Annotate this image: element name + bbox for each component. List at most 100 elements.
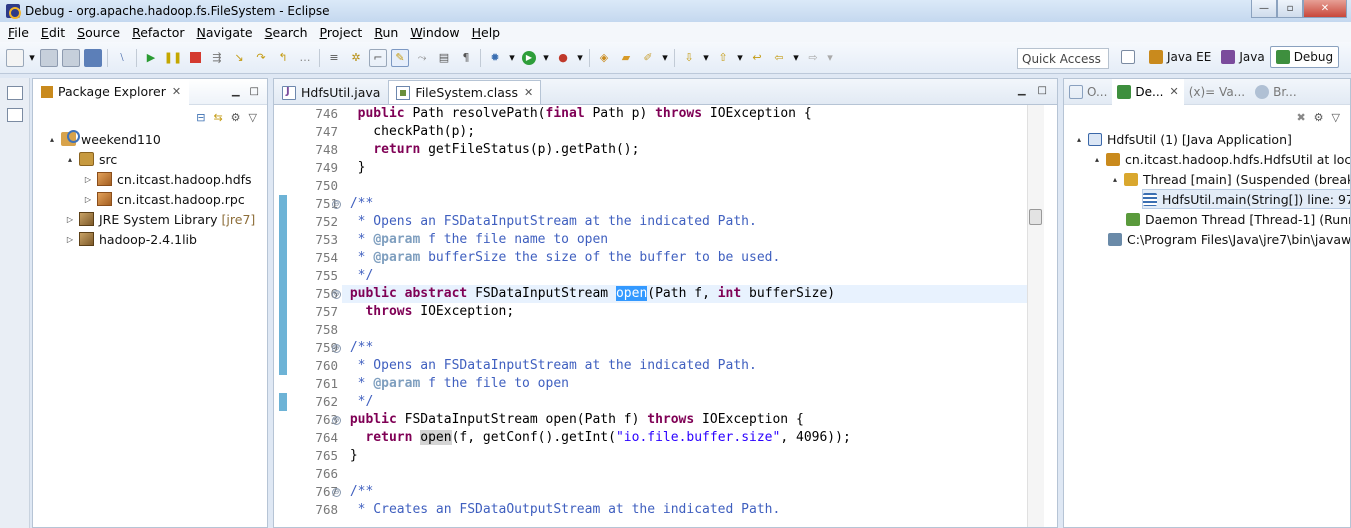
tree-item-package-hdfs[interactable]: ▷ cn.itcast.hadoop.hdfs	[83, 169, 252, 189]
expand-icon[interactable]: ▴	[65, 155, 75, 164]
step-return-icon[interactable]: ↰	[274, 49, 292, 67]
dropdown-arrow-icon[interactable]: ▾	[792, 49, 800, 67]
dropdown-arrow-icon[interactable]: ▾	[661, 49, 669, 67]
dropdown-arrow-icon[interactable]: ▾	[542, 49, 550, 67]
external-tools-icon[interactable]: ●	[554, 49, 572, 67]
close-button[interactable]: ✕	[1303, 0, 1347, 18]
step-into-icon[interactable]: ↘	[230, 49, 248, 67]
tab-breakpoints[interactable]: Br...	[1250, 79, 1302, 105]
dropdown-arrow-icon[interactable]: ▾	[28, 49, 36, 67]
tree-item-jre-library[interactable]: ▷ JRE System Library [jre7]	[65, 209, 255, 229]
tree-item-hadoop-lib[interactable]: ▷ hadoop-2.4.1lib	[65, 229, 197, 249]
tree-item-src[interactable]: ▴ src	[65, 149, 117, 169]
terminate-icon[interactable]	[186, 49, 204, 67]
disconnect-icon[interactable]: ⇶	[208, 49, 226, 67]
fold-collapse-icon[interactable]: ⊖	[332, 290, 341, 299]
view-menu-icon[interactable]: ⚙	[1314, 111, 1324, 124]
expand-icon[interactable]: ▷	[83, 195, 93, 204]
debug-config-icon[interactable]: ✲	[347, 49, 365, 67]
previous-annotation-icon[interactable]: ⇧	[714, 49, 732, 67]
menu-source[interactable]: Source	[71, 25, 126, 40]
expand-icon[interactable]: ▴	[1110, 175, 1120, 184]
scrollbar-thumb[interactable]	[1029, 209, 1042, 225]
debug-item-target[interactable]: ▴ cn.itcast.hadoop.hdfs.HdfsUtil at loca…	[1092, 149, 1350, 169]
outline-view-icon[interactable]	[7, 108, 23, 122]
debug-item-process[interactable]: C:\Program Files\Java\jre7\bin\javaw.exe	[1108, 229, 1350, 249]
tree-item-package-rpc[interactable]: ▷ cn.itcast.hadoop.rpc	[83, 189, 245, 209]
last-edit-location-icon[interactable]: ↩	[748, 49, 766, 67]
minimize-view-icon[interactable]: ▁	[232, 86, 240, 97]
chevron-down-icon[interactable]: ▽	[1332, 111, 1340, 124]
perspective-java-ee[interactable]: Java EE	[1144, 46, 1216, 68]
debug-item-daemon-thread[interactable]: Daemon Thread [Thread-1] (Running)	[1126, 209, 1350, 229]
perspective-debug[interactable]: Debug	[1269, 46, 1340, 68]
step-over-icon[interactable]: ↷	[252, 49, 270, 67]
tab-outline[interactable]: O...	[1064, 79, 1112, 105]
close-icon[interactable]: ✕	[1169, 85, 1178, 98]
fold-collapse-icon[interactable]: ⊖	[332, 344, 341, 353]
menu-search[interactable]: Search	[259, 25, 314, 40]
maximize-view-icon[interactable]: □	[1038, 85, 1047, 96]
back-icon[interactable]: ⇦	[770, 49, 788, 67]
fold-collapse-icon[interactable]: ⊖	[332, 200, 341, 209]
collapse-all-icon[interactable]: ⊟	[196, 111, 205, 124]
open-type-icon[interactable]: ▰	[617, 49, 635, 67]
link-with-editor-icon[interactable]: ⇆	[213, 111, 222, 124]
minimize-button[interactable]: —	[1251, 0, 1277, 18]
menu-refactor[interactable]: Refactor	[126, 25, 190, 40]
use-step-filters-icon[interactable]: ≡	[325, 49, 343, 67]
dropdown-arrow-icon[interactable]: ▾	[702, 49, 710, 67]
debug-item-thread-main[interactable]: ▴ Thread [main] (Suspended (breakpoint a…	[1110, 169, 1350, 189]
close-icon[interactable]: ✕	[172, 85, 181, 98]
chevron-down-icon[interactable]: ▽	[249, 111, 257, 124]
save-icon[interactable]	[40, 48, 58, 67]
resume-icon[interactable]: ▶	[142, 49, 160, 67]
suspend-icon[interactable]: ❚❚	[164, 49, 182, 67]
tab-variables[interactable]: (x)= Va...	[1184, 79, 1250, 105]
overview-ruler[interactable]	[1045, 105, 1057, 527]
expand-icon[interactable]: ▴	[1092, 155, 1102, 164]
debug-item-stack-frame[interactable]: HdfsUtil.main(String[]) line: 97	[1142, 189, 1350, 209]
print-icon[interactable]	[84, 48, 102, 67]
run-icon[interactable]: ▶	[520, 49, 538, 67]
next-annotation-icon[interactable]: ⇩	[680, 49, 698, 67]
perspective-java[interactable]: Java	[1216, 46, 1269, 68]
menu-run[interactable]: Run	[368, 25, 404, 40]
expand-icon[interactable]: ▷	[65, 235, 75, 244]
menu-edit[interactable]: Edit	[35, 25, 71, 40]
minimize-view-icon[interactable]: ▁	[1018, 85, 1026, 96]
remove-terminated-icon[interactable]: ✖	[1296, 111, 1305, 124]
tab-debug[interactable]: De... ✕	[1112, 79, 1184, 105]
save-all-icon[interactable]	[62, 48, 80, 67]
close-icon[interactable]: ✕	[524, 86, 533, 99]
maximize-view-icon[interactable]: □	[250, 86, 259, 97]
dropdown-arrow-icon[interactable]: ▾	[508, 49, 516, 67]
fold-collapse-icon[interactable]: ⊖	[332, 488, 341, 497]
skip-breakpoints-icon[interactable]: ⧵	[113, 49, 131, 67]
new-icon[interactable]	[6, 48, 24, 67]
menu-help[interactable]: Help	[466, 25, 507, 40]
forward-icon[interactable]: ⇨	[804, 49, 822, 67]
expand-icon[interactable]: ▴	[1074, 135, 1084, 144]
drop-to-frame-icon[interactable]: …	[296, 49, 314, 67]
fold-collapse-icon[interactable]: ⊖	[332, 416, 341, 425]
dropdown-arrow-icon[interactable]: ▾	[576, 49, 584, 67]
tab-hdfsutil-java[interactable]: HdfsUtil.java	[274, 80, 388, 104]
dropdown-arrow-icon[interactable]: ▾	[736, 49, 744, 67]
code-area[interactable]: public Path resolvePath(final Path p) th…	[342, 105, 1027, 527]
debug-item-application[interactable]: ▴ HdfsUtil (1) [Java Application]	[1074, 129, 1292, 149]
tab-filesystem-class[interactable]: FileSystem.class ✕	[388, 80, 542, 104]
menu-window[interactable]: Window	[404, 25, 465, 40]
restore-icon[interactable]	[7, 86, 23, 100]
tree-item-project[interactable]: ▴ weekend110	[47, 129, 161, 149]
menu-navigate[interactable]: Navigate	[191, 25, 259, 40]
debug-icon[interactable]: ✹	[486, 49, 504, 67]
expand-icon[interactable]: ▷	[83, 175, 93, 184]
vertical-scrollbar[interactable]	[1027, 105, 1044, 527]
maximize-button[interactable]: ▫	[1277, 0, 1303, 18]
expand-icon[interactable]: ▷	[65, 215, 75, 224]
tab-package-explorer[interactable]: Package Explorer ✕	[33, 78, 190, 105]
block-selection-icon[interactable]: ⤳	[413, 49, 431, 67]
search-icon[interactable]: ✐	[639, 49, 657, 67]
new-package-icon[interactable]: ◈	[595, 49, 613, 67]
